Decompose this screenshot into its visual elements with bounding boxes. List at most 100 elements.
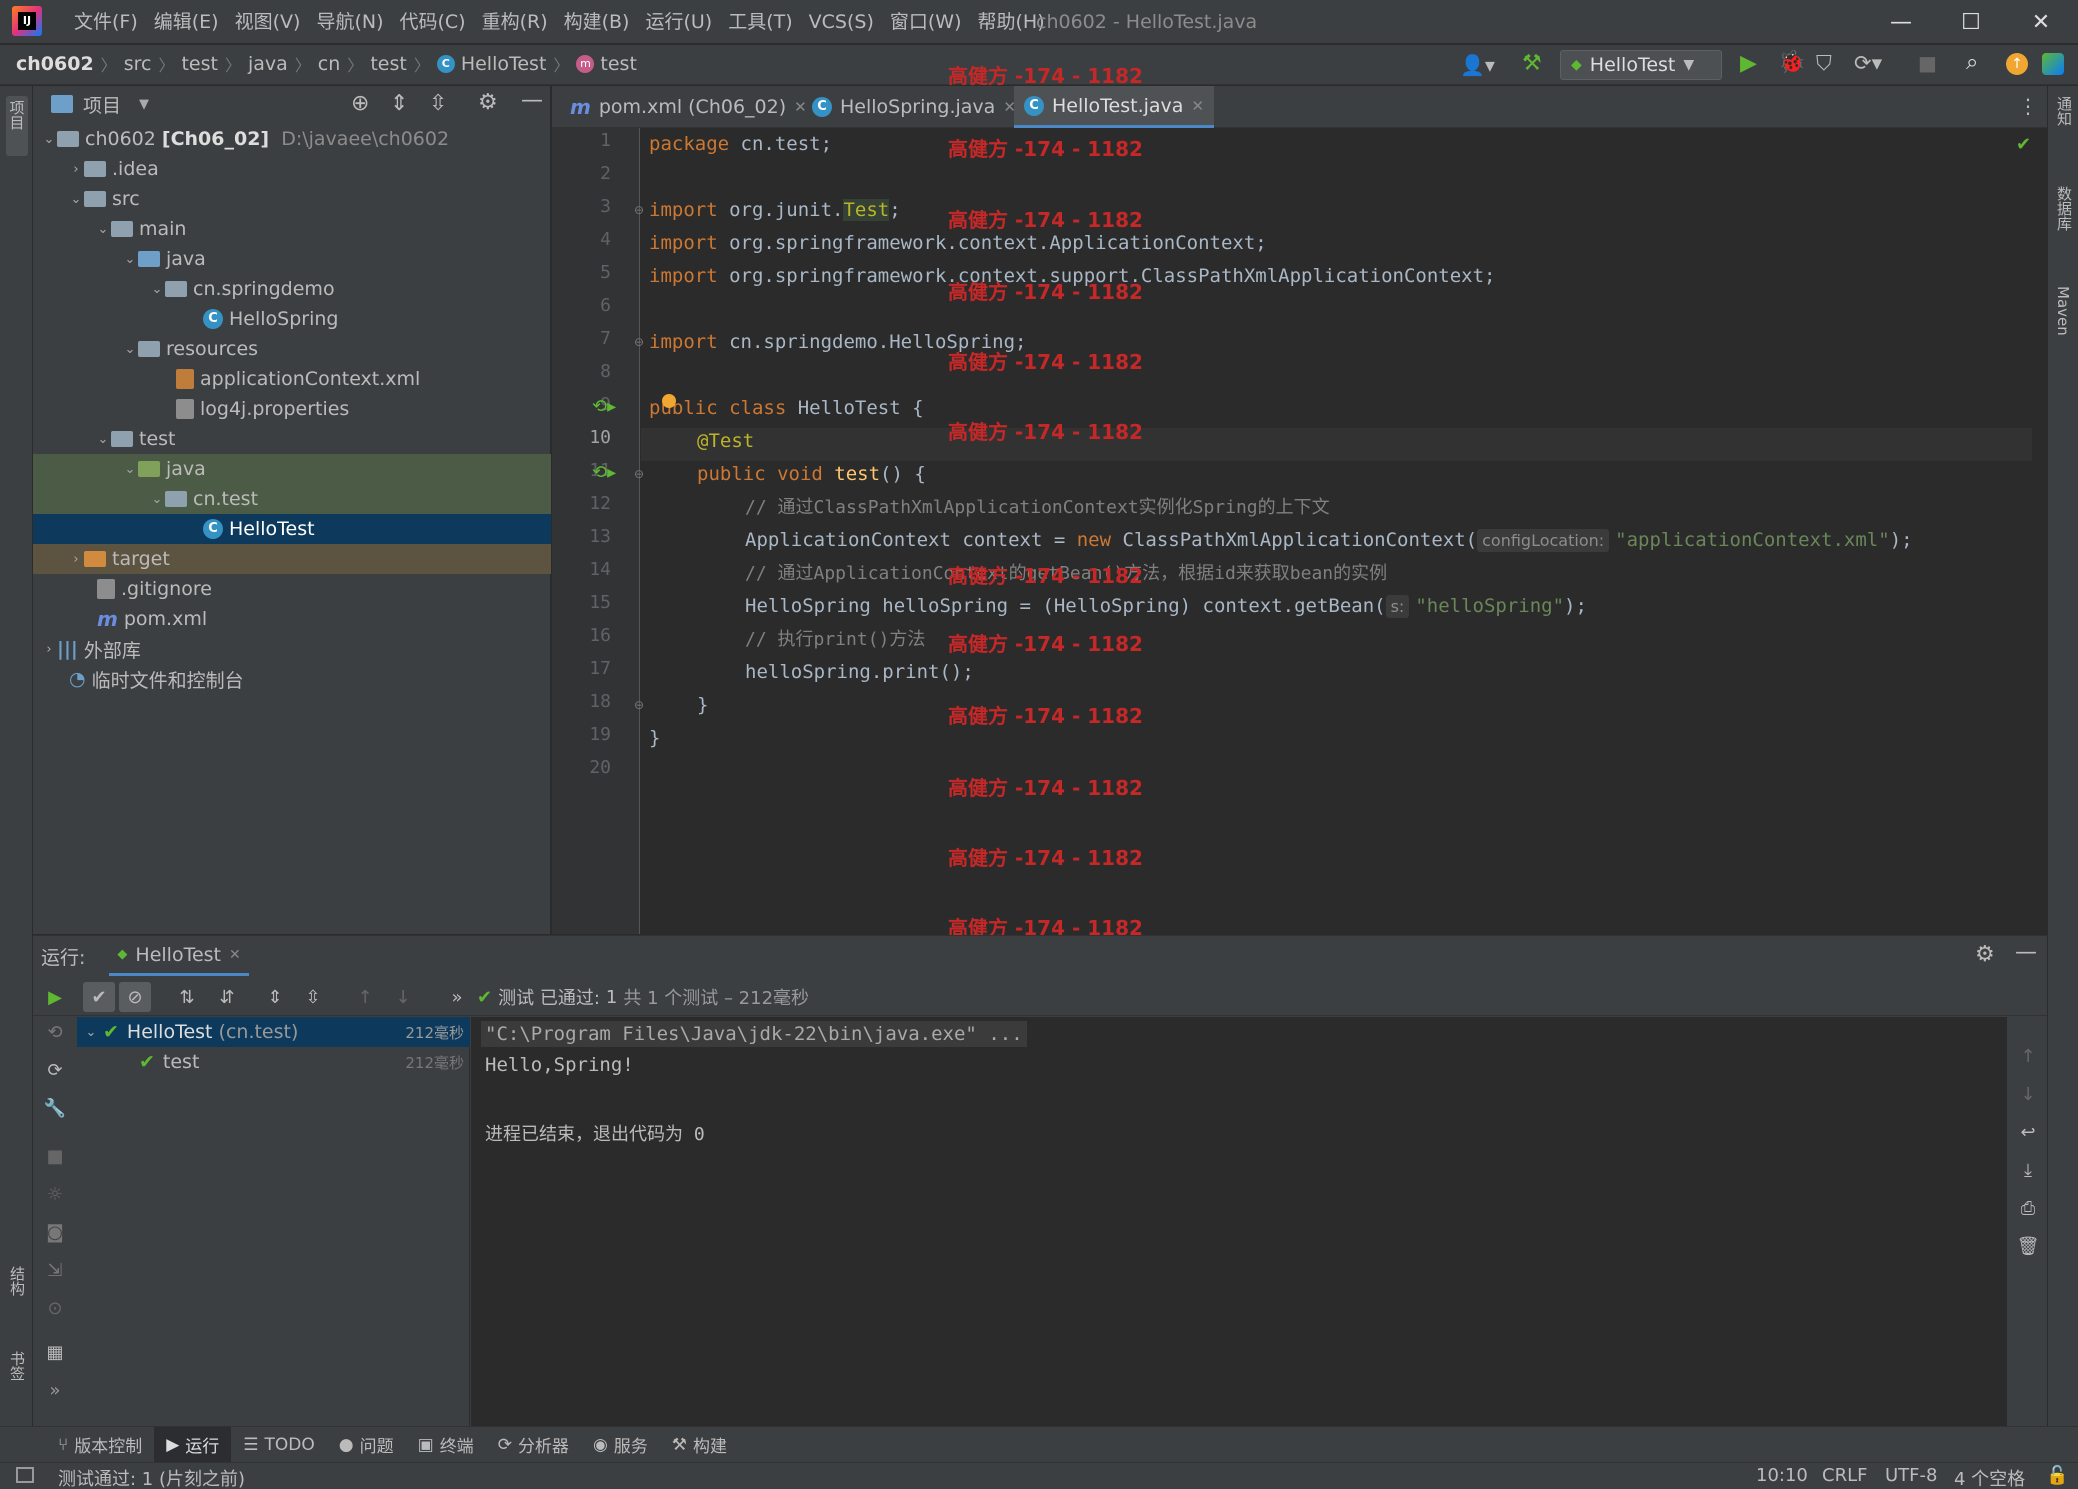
close-window-button[interactable]: ✕ bbox=[2010, 4, 2072, 40]
project-tool-button[interactable]: 项目 bbox=[6, 96, 28, 156]
notifications-tool-button[interactable]: 通知 bbox=[2054, 96, 2078, 130]
plugin-icon[interactable] bbox=[2042, 53, 2064, 75]
database-tool-button[interactable]: 数据库 bbox=[2054, 186, 2078, 236]
show-passed-icon[interactable]: ✔ bbox=[83, 982, 115, 1012]
breadcrumb-test[interactable]: test bbox=[181, 53, 218, 75]
collapse-all-icon[interactable]: ⇳ bbox=[297, 982, 329, 1012]
menu-refactor[interactable]: 重构(R) bbox=[474, 9, 556, 35]
run-test-class-icon[interactable]: ⟲▸ bbox=[592, 396, 616, 417]
intention-bulb-icon[interactable] bbox=[662, 394, 676, 408]
export-icon[interactable]: ⇲ bbox=[39, 1255, 71, 1285]
breadcrumb-project[interactable]: ch0602 bbox=[16, 53, 94, 75]
tool-build[interactable]: ⚒ 构建 bbox=[660, 1427, 739, 1463]
chevron-down-icon[interactable]: ⌄ bbox=[95, 222, 111, 237]
tree-item-idea[interactable]: › .idea bbox=[33, 154, 551, 184]
test-node-hellotest[interactable]: ⌄ ✔ HelloTest (cn.test) 212毫秒 bbox=[77, 1017, 470, 1047]
tree-item-gitignore[interactable]: .gitignore bbox=[33, 574, 551, 604]
tab-pom-xml[interactable]: m pom.xml (Ch06_02) ✕ bbox=[560, 86, 817, 128]
lock-icon[interactable]: 🔓 bbox=[2046, 1465, 2068, 1486]
search-icon[interactable]: ⌕ bbox=[1966, 50, 1978, 75]
file-encoding[interactable]: UTF-8 bbox=[1885, 1465, 1937, 1486]
chevron-down-icon[interactable]: ⌄ bbox=[149, 492, 165, 507]
tree-item-pom-xml[interactable]: m pom.xml bbox=[33, 604, 551, 634]
chevron-right-icon[interactable]: › bbox=[68, 552, 84, 567]
run-icon[interactable]: ▶ bbox=[1740, 51, 1757, 76]
tool-todo[interactable]: ☰ TODO bbox=[231, 1427, 327, 1463]
tool-version-control[interactable]: ⑂ 版本控制 bbox=[46, 1427, 154, 1463]
build-hammer-icon[interactable]: ⚒ bbox=[1522, 51, 1542, 76]
close-icon[interactable]: ✕ bbox=[1191, 97, 1204, 115]
indent-setting[interactable]: 4 个空格 bbox=[1954, 1465, 2025, 1489]
wrench-icon[interactable]: 🔧 bbox=[39, 1093, 71, 1123]
tool-services[interactable]: ◉ 服务 bbox=[581, 1427, 660, 1463]
rerun-icon[interactable]: ▶ bbox=[39, 982, 71, 1012]
tree-item-test-java[interactable]: ⌄ java bbox=[33, 454, 551, 484]
tool-problems[interactable]: ● 问题 bbox=[327, 1427, 406, 1463]
menu-file[interactable]: 文件(F) bbox=[66, 9, 146, 35]
chevron-down-icon[interactable]: ▼ bbox=[139, 97, 149, 112]
tree-item-cn-test[interactable]: ⌄ cn.test bbox=[33, 484, 551, 514]
update-icon[interactable]: ↑ bbox=[2006, 53, 2028, 75]
breadcrumb-test-pkg[interactable]: test bbox=[370, 53, 407, 75]
caret-position[interactable]: 10:10 bbox=[1756, 1465, 1808, 1486]
more-tabs-icon[interactable]: ⋮ bbox=[2018, 94, 2038, 118]
inspection-ok-icon[interactable]: ✔ bbox=[2016, 134, 2031, 155]
tree-item-applicationcontext-xml[interactable]: applicationContext.xml bbox=[33, 364, 551, 394]
coverage-icon[interactable]: ⛉ bbox=[1816, 51, 1832, 76]
menu-tools[interactable]: 工具(T) bbox=[720, 9, 800, 35]
tab-hellotest-java[interactable]: C HelloTest.java ✕ bbox=[1014, 86, 1215, 128]
run-test-method-icon[interactable]: ⟲▸ bbox=[592, 462, 616, 483]
tree-item-external-libraries[interactable]: › ||| 外部库 bbox=[33, 634, 551, 664]
chevron-right-icon[interactable]: › bbox=[68, 162, 84, 177]
expand-all-icon[interactable]: ⇕ bbox=[390, 91, 408, 116]
debug-icon[interactable]: 🐞 bbox=[1778, 50, 1805, 75]
more-icon[interactable]: » bbox=[441, 982, 473, 1012]
expand-all-icon[interactable]: ⇕ bbox=[259, 982, 291, 1012]
layout-icon[interactable]: ▦ bbox=[39, 1337, 71, 1367]
menu-navigate[interactable]: 导航(N) bbox=[308, 9, 391, 35]
next-failed-icon[interactable]: ↓ bbox=[387, 982, 419, 1012]
chevron-right-icon[interactable]: › bbox=[41, 642, 57, 657]
tree-item-resources[interactable]: ⌄ resources bbox=[33, 334, 551, 364]
project-panel-title[interactable]: 项目 bbox=[83, 91, 121, 118]
menu-run[interactable]: 运行(U) bbox=[637, 9, 720, 35]
rerun-failed-icon[interactable]: ⟲ bbox=[39, 1017, 71, 1047]
run-config-select[interactable]: ◆ HelloTest ▼ bbox=[1560, 50, 1722, 80]
camera-icon[interactable]: ◙ bbox=[39, 1217, 71, 1247]
gear-icon[interactable]: ⚙ bbox=[478, 90, 498, 115]
soft-wrap-icon[interactable]: ↩ bbox=[2012, 1117, 2044, 1147]
code-editor[interactable]: package cn.test; import org.junit.Test; … bbox=[641, 128, 2032, 934]
tree-item-hellotest[interactable]: C HelloTest bbox=[33, 514, 551, 544]
tree-item-project-root[interactable]: ⌄ ch0602 [Ch06_02] D:\javaee\ch0602 bbox=[33, 124, 551, 154]
status-message[interactable]: 测试通过: 1 (片刻之前) bbox=[58, 1465, 245, 1489]
minimize-button[interactable]: — bbox=[1870, 4, 1932, 40]
maven-tool-button[interactable]: Maven bbox=[2054, 286, 2072, 341]
menu-view[interactable]: 视图(V) bbox=[227, 9, 309, 35]
sort-duration-icon[interactable]: ⇵ bbox=[211, 982, 243, 1012]
menu-window[interactable]: 窗口(W) bbox=[882, 9, 970, 35]
chevron-down-icon[interactable]: ⌄ bbox=[122, 252, 138, 267]
collapse-all-icon[interactable]: ⇳ bbox=[429, 91, 447, 116]
tree-item-target[interactable]: › target bbox=[33, 544, 551, 574]
chevron-down-icon[interactable]: ⌄ bbox=[83, 1025, 99, 1040]
run-tab-hellotest[interactable]: ◆ HelloTest ✕ bbox=[109, 936, 249, 976]
arrow-up-icon[interactable]: ↑ bbox=[2012, 1041, 2044, 1071]
tree-item-test[interactable]: ⌄ test bbox=[33, 424, 551, 454]
toggle-auto-test-icon[interactable]: ⟳ bbox=[39, 1055, 71, 1085]
tab-hellospring-java[interactable]: C HelloSpring.java ✕ bbox=[802, 86, 1026, 128]
breadcrumb-src[interactable]: src bbox=[124, 53, 152, 75]
menu-code[interactable]: 代码(C) bbox=[391, 9, 473, 35]
menu-build[interactable]: 构建(B) bbox=[556, 9, 638, 35]
user-icon[interactable]: 👤▾ bbox=[1460, 53, 1495, 77]
toggle-tool-windows-icon[interactable] bbox=[16, 1467, 34, 1483]
hide-panel-icon[interactable]: — bbox=[2015, 940, 2037, 965]
chevron-down-icon[interactable]: ⌄ bbox=[95, 432, 111, 447]
tree-item-cn-springdemo[interactable]: ⌄ cn.springdemo bbox=[33, 274, 551, 304]
tree-item-main[interactable]: ⌄ main bbox=[33, 214, 551, 244]
console-output[interactable]: "C:\Program Files\Java\jdk-22\bin\java.e… bbox=[471, 1017, 2007, 1427]
hide-panel-icon[interactable]: — bbox=[521, 88, 543, 113]
chevron-down-icon[interactable]: ⌄ bbox=[122, 342, 138, 357]
history-icon[interactable]: ⊙ bbox=[39, 1293, 71, 1323]
menu-edit[interactable]: 编辑(E) bbox=[146, 9, 227, 35]
scroll-to-end-icon[interactable]: ⤓ bbox=[2012, 1155, 2044, 1185]
